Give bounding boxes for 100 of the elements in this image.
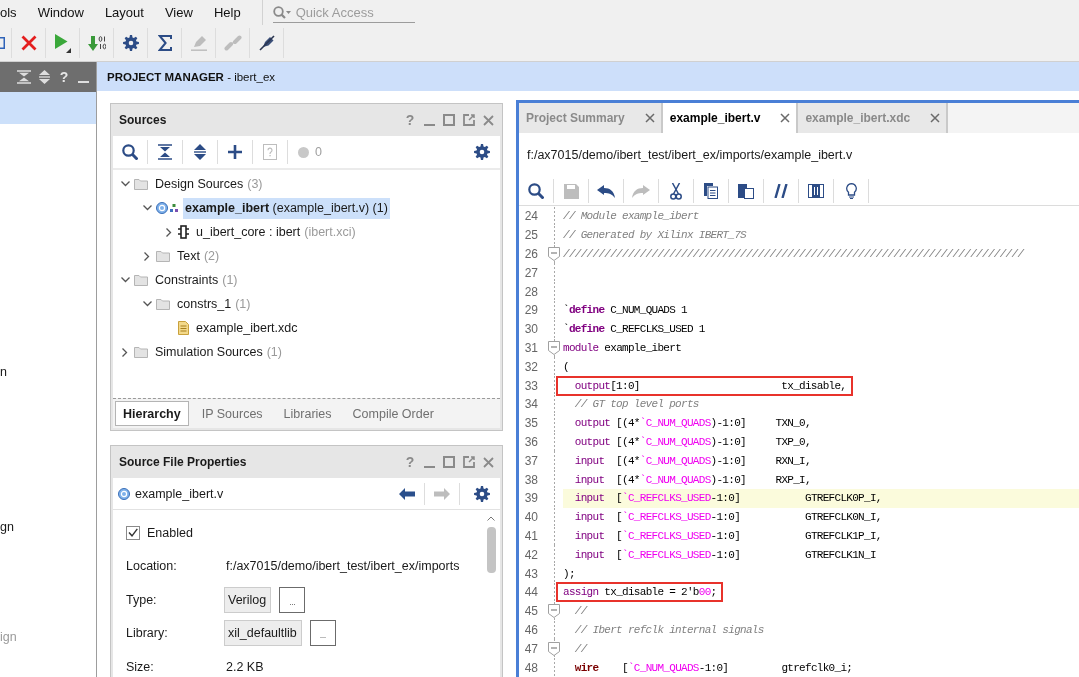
hierarchy-icon bbox=[170, 204, 178, 212]
close-icon[interactable] bbox=[483, 114, 494, 126]
settings-icon[interactable] bbox=[122, 35, 139, 51]
tree-item[interactable]: constrs_1 (1) bbox=[175, 293, 253, 315]
help-button[interactable]: ? bbox=[58, 69, 70, 85]
search-icon[interactable] bbox=[528, 183, 544, 199]
value-field[interactable]: Verilog bbox=[224, 586, 272, 613]
menu-item[interactable]: ols bbox=[0, 5, 17, 20]
chevron-right-icon[interactable] bbox=[144, 251, 150, 261]
panel-tab[interactable]: Hierarchy bbox=[115, 401, 189, 426]
cross-icon[interactable] bbox=[20, 35, 37, 51]
nav-item[interactable]: n bbox=[0, 361, 96, 383]
tree-item[interactable]: Text (2) bbox=[175, 245, 222, 267]
popout-icon[interactable] bbox=[463, 456, 475, 468]
maximize-icon[interactable] bbox=[443, 456, 455, 468]
field-label: Library: bbox=[126, 626, 169, 641]
arrow-binary-icon[interactable] bbox=[87, 35, 106, 51]
chevron-down-icon[interactable] bbox=[142, 205, 152, 211]
browse-button[interactable]: ... bbox=[279, 586, 306, 613]
close-icon[interactable] bbox=[930, 113, 941, 123]
line-number: 33 bbox=[523, 378, 539, 393]
checkbox[interactable] bbox=[126, 525, 140, 540]
search-icon[interactable] bbox=[122, 144, 138, 160]
expand-all-icon[interactable] bbox=[39, 70, 50, 84]
minus-icon[interactable] bbox=[548, 340, 560, 355]
maximize-icon[interactable] bbox=[443, 114, 455, 126]
close-icon[interactable] bbox=[780, 113, 791, 123]
line-number: 36 bbox=[523, 434, 539, 449]
line-number: 47 bbox=[523, 641, 539, 656]
code-line: // Module example_ibert bbox=[563, 209, 699, 224]
chevron-right-icon[interactable] bbox=[122, 347, 128, 357]
file-path: f:/ax7015/demo/ibert_test/ibert_ex/imports/example_ibert.v bbox=[527, 148, 853, 162]
left-arrow-icon[interactable] bbox=[399, 487, 415, 500]
minus-icon[interactable] bbox=[548, 247, 560, 261]
code-line: input [`C_REFCLKS_USED-1:0] GTREFCLK1N_I bbox=[573, 547, 876, 562]
tree-item[interactable]: example_ibert (example_ibert.v) (1) bbox=[183, 197, 390, 219]
chevron-down-icon[interactable] bbox=[120, 277, 130, 283]
double-slash-icon[interactable] bbox=[774, 184, 788, 198]
minus-icon[interactable] bbox=[548, 641, 560, 656]
nav-item[interactable]: gn bbox=[0, 516, 96, 538]
code-line: input [`C_REFCLKS_USED-1:0] GTREFCLK0N_I, bbox=[573, 510, 882, 525]
tree-item[interactable]: u_ibert_core : ibert (ibert.xci) bbox=[194, 221, 358, 243]
editor-tab[interactable]: example_ibert.v bbox=[662, 103, 799, 133]
undo-icon[interactable] bbox=[597, 184, 615, 198]
chevron-right-icon[interactable] bbox=[166, 227, 172, 237]
menu-item[interactable]: View bbox=[164, 5, 193, 20]
line-number: 48 bbox=[523, 660, 539, 675]
scissors-icon[interactable] bbox=[670, 182, 682, 200]
copy-icon[interactable] bbox=[704, 183, 718, 199]
panel-tab[interactable]: IP Sources bbox=[193, 401, 271, 426]
panel-tab[interactable]: Libraries bbox=[275, 401, 340, 426]
plus-icon[interactable] bbox=[228, 145, 242, 159]
close-icon[interactable] bbox=[644, 113, 655, 123]
close-icon[interactable] bbox=[483, 456, 494, 468]
collapse-all-icon[interactable] bbox=[158, 144, 172, 160]
line-number: 32 bbox=[523, 359, 539, 374]
expand-all-icon[interactable] bbox=[194, 144, 206, 160]
panel-title: Sources bbox=[119, 113, 167, 127]
sigma-icon[interactable] bbox=[157, 35, 172, 51]
columns-icon[interactable] bbox=[808, 184, 824, 198]
checkbox-label: Enabled bbox=[147, 525, 193, 540]
scrollbar-thumb[interactable] bbox=[486, 527, 496, 573]
panel-tab[interactable]: Compile Order bbox=[344, 401, 442, 426]
line-number: 46 bbox=[523, 622, 539, 637]
code-line: ////////////////////////////////////////////////////////////////////////////// bbox=[563, 247, 1024, 261]
line-number: 28 bbox=[523, 284, 539, 299]
square-outline-icon[interactable] bbox=[0, 37, 5, 49]
popout-icon[interactable] bbox=[463, 114, 475, 126]
browse-button[interactable]: ... bbox=[309, 620, 336, 647]
tree-item[interactable]: Simulation Sources (1) bbox=[153, 341, 284, 363]
check-icon bbox=[128, 528, 138, 538]
caret-up-icon[interactable] bbox=[487, 516, 495, 521]
chip-icon bbox=[178, 225, 189, 239]
line-number: 26 bbox=[523, 247, 539, 261]
line-number: 29 bbox=[523, 303, 539, 318]
lightbulb-icon[interactable] bbox=[845, 183, 857, 199]
code-line: `define C_NUM_QUADS 1 bbox=[563, 303, 687, 318]
chevron-down-icon[interactable] bbox=[142, 301, 152, 307]
minus-icon[interactable] bbox=[548, 604, 560, 619]
settings-icon[interactable] bbox=[474, 485, 490, 502]
tree-item[interactable]: example_ibert.xdc bbox=[194, 317, 300, 339]
menu-item[interactable]: Help bbox=[213, 5, 241, 20]
menu-item[interactable]: Window bbox=[37, 5, 84, 20]
code-line: // Generated by Xilinx IBERT_7S bbox=[563, 228, 746, 243]
line-number: 41 bbox=[523, 528, 539, 543]
tree-item[interactable]: Constraints (1) bbox=[153, 269, 240, 291]
paste-icon[interactable] bbox=[738, 183, 754, 199]
tree-item[interactable]: Design Sources (3) bbox=[153, 173, 265, 195]
chevron-down-icon[interactable] bbox=[120, 181, 130, 187]
file-badge-icon bbox=[156, 202, 168, 214]
issue-count: 0 bbox=[315, 145, 322, 159]
play-icon[interactable] bbox=[54, 33, 71, 53]
field-value: 2.2 KB bbox=[226, 659, 264, 674]
settings-icon[interactable] bbox=[474, 144, 490, 160]
menu-item[interactable]: Layout bbox=[104, 5, 144, 20]
search-field[interactable]: Quick Access bbox=[272, 2, 415, 23]
code-line: output [(4*`C_NUM_QUADS)-1:0] TXP_0, bbox=[573, 434, 811, 449]
field-label: Size: bbox=[126, 659, 155, 674]
value-field[interactable]: xil_defaultlib bbox=[224, 620, 302, 647]
crossed-pen-icon[interactable] bbox=[258, 35, 275, 51]
